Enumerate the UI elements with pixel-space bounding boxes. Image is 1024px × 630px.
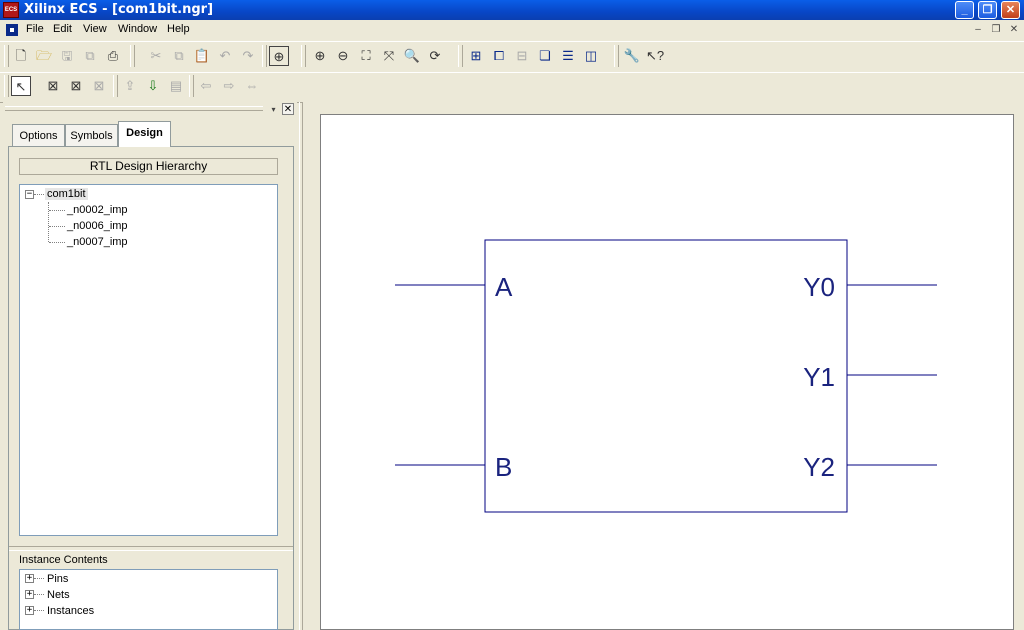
- zoom-out-icon[interactable]: ⊖: [333, 46, 353, 66]
- zoom-in-icon[interactable]: ⊕: [310, 46, 330, 66]
- toolbar-grip[interactable]: [614, 45, 619, 67]
- splitter[interactable]: [9, 546, 293, 551]
- tree-connector: [49, 210, 65, 211]
- add-bus-icon[interactable]: ⊠: [66, 76, 86, 96]
- print-icon[interactable]: ⎙: [103, 46, 123, 66]
- panel-close-icon[interactable]: ✕: [282, 103, 294, 115]
- swap-icon[interactable]: ⇔: [242, 76, 262, 96]
- tree-item[interactable]: _n0002_imp: [67, 204, 128, 216]
- push-down-icon[interactable]: ⇩: [143, 76, 163, 96]
- expand-icon[interactable]: +: [25, 606, 34, 615]
- toolbar-grip[interactable]: [4, 45, 9, 67]
- refresh-icon[interactable]: ⟳: [425, 46, 445, 66]
- hierarchy-tree[interactable]: [19, 184, 278, 536]
- pin-label-y0: Y0: [803, 272, 835, 302]
- toolbar-grip[interactable]: [130, 45, 135, 67]
- mdi-close-icon[interactable]: ✕: [1006, 22, 1022, 37]
- tree-connector: [34, 610, 44, 611]
- expand-icon[interactable]: +: [25, 574, 34, 583]
- pin-label-b: B: [495, 452, 512, 482]
- undo-icon[interactable]: ↶: [215, 46, 235, 66]
- toolbar-grip[interactable]: [262, 45, 267, 67]
- toolbar-grip[interactable]: [113, 75, 118, 97]
- panel-menu-icon[interactable]: ▾: [268, 104, 279, 115]
- tree-connector: [49, 226, 65, 227]
- redo-icon[interactable]: ↷: [238, 46, 258, 66]
- panel-grip[interactable]: [5, 106, 263, 111]
- toolbar-grip[interactable]: [189, 75, 194, 97]
- tab-options[interactable]: Options: [12, 124, 65, 146]
- find-binoculars-icon[interactable]: ⊕: [269, 46, 289, 66]
- context-help-icon[interactable]: ↖?: [645, 46, 665, 66]
- cut-icon[interactable]: ✂: [146, 46, 166, 66]
- block-symbol[interactable]: [484, 239, 848, 513]
- menu-edit[interactable]: Edit: [53, 23, 72, 35]
- expand-icon[interactable]: ▤: [166, 76, 186, 96]
- wrench-icon[interactable]: 🔧: [622, 46, 642, 66]
- zoom-full-icon[interactable]: ⛶: [356, 46, 376, 66]
- menu-help[interactable]: Help: [167, 23, 190, 35]
- save-all-icon[interactable]: ⧉: [80, 46, 100, 66]
- add-symbol-icon[interactable]: ⊠: [89, 76, 109, 96]
- tree-connector: [48, 202, 49, 242]
- new-file-icon[interactable]: 🗋: [11, 46, 31, 66]
- tree-connector: [49, 242, 65, 243]
- pop-up-icon[interactable]: ⧠: [489, 46, 509, 66]
- restore-icon: ❐: [982, 4, 993, 16]
- zoom-selection-icon[interactable]: ⤧: [379, 46, 399, 66]
- panel-splitter[interactable]: [299, 102, 303, 630]
- paste-icon[interactable]: 📋: [192, 46, 212, 66]
- back-icon[interactable]: ⇦: [196, 76, 216, 96]
- tree-connector: [34, 594, 44, 595]
- tree-item[interactable]: _n0006_imp: [67, 220, 128, 232]
- restore-button[interactable]: ❐: [978, 1, 997, 19]
- tile-vertical-icon[interactable]: ◫: [581, 46, 601, 66]
- pin-label-y1: Y1: [803, 362, 835, 392]
- add-net-icon[interactable]: ⊠: [43, 76, 63, 96]
- forward-icon[interactable]: ⇨: [219, 76, 239, 96]
- instance-contents-label: Instance Contents: [19, 554, 108, 566]
- instance-item-pins[interactable]: Pins: [47, 573, 68, 585]
- collapse-icon[interactable]: −: [25, 190, 34, 199]
- toolbar-grip[interactable]: [301, 45, 306, 67]
- menu-file[interactable]: File: [26, 23, 44, 35]
- tree-connector: [34, 194, 44, 195]
- push-up-icon[interactable]: ⇪: [120, 76, 140, 96]
- close-icon: ✕: [1005, 4, 1016, 16]
- save-icon[interactable]: 🖫: [57, 46, 77, 66]
- select-arrow-icon[interactable]: ↖: [11, 76, 31, 96]
- schematic-canvas[interactable]: A B Y0 Y1 Y2: [320, 114, 1014, 630]
- hierarchy-header: RTL Design Hierarchy: [19, 158, 278, 175]
- ecs-app-icon[interactable]: ECS: [3, 2, 19, 18]
- menu-view[interactable]: View: [83, 23, 107, 35]
- tree-item[interactable]: _n0007_imp: [67, 236, 128, 248]
- pin-label-a: A: [495, 272, 513, 302]
- schematic-svg: A B Y0 Y1 Y2: [395, 239, 937, 513]
- tree-connector: [34, 578, 44, 579]
- tab-design[interactable]: Design: [118, 121, 171, 147]
- mdi-restore-icon[interactable]: ❐: [988, 22, 1004, 37]
- open-folder-icon[interactable]: 🗁: [34, 46, 54, 66]
- menu-window[interactable]: Window: [118, 23, 157, 35]
- window-title: Xilinx ECS - [com1bit.ngr]: [24, 2, 214, 17]
- push-into-icon[interactable]: ⊞: [466, 46, 486, 66]
- pin-label-y2: Y2: [803, 452, 835, 482]
- close-button[interactable]: ✕: [1001, 1, 1020, 19]
- hierarchy-disabled-icon[interactable]: ⊟: [512, 46, 532, 66]
- instance-item-nets[interactable]: Nets: [47, 589, 70, 601]
- toolbar-grip[interactable]: [4, 75, 9, 97]
- minimize-button[interactable]: _: [955, 1, 974, 19]
- expand-icon[interactable]: +: [25, 590, 34, 599]
- tab-symbols[interactable]: Symbols: [65, 124, 118, 146]
- tree-item-root[interactable]: com1bit: [45, 188, 88, 200]
- instance-item-instances[interactable]: Instances: [47, 605, 94, 617]
- toolbar-grip[interactable]: [458, 45, 463, 67]
- document-icon[interactable]: [6, 24, 18, 36]
- tile-horizontal-icon[interactable]: ☰: [558, 46, 578, 66]
- mdi-minimize-icon[interactable]: –: [970, 22, 986, 37]
- cascade-icon[interactable]: ❏: [535, 46, 555, 66]
- zoom-area-icon[interactable]: 🔍: [402, 46, 422, 66]
- copy-icon[interactable]: ⧉: [169, 46, 189, 66]
- minimize-icon: _: [961, 4, 968, 16]
